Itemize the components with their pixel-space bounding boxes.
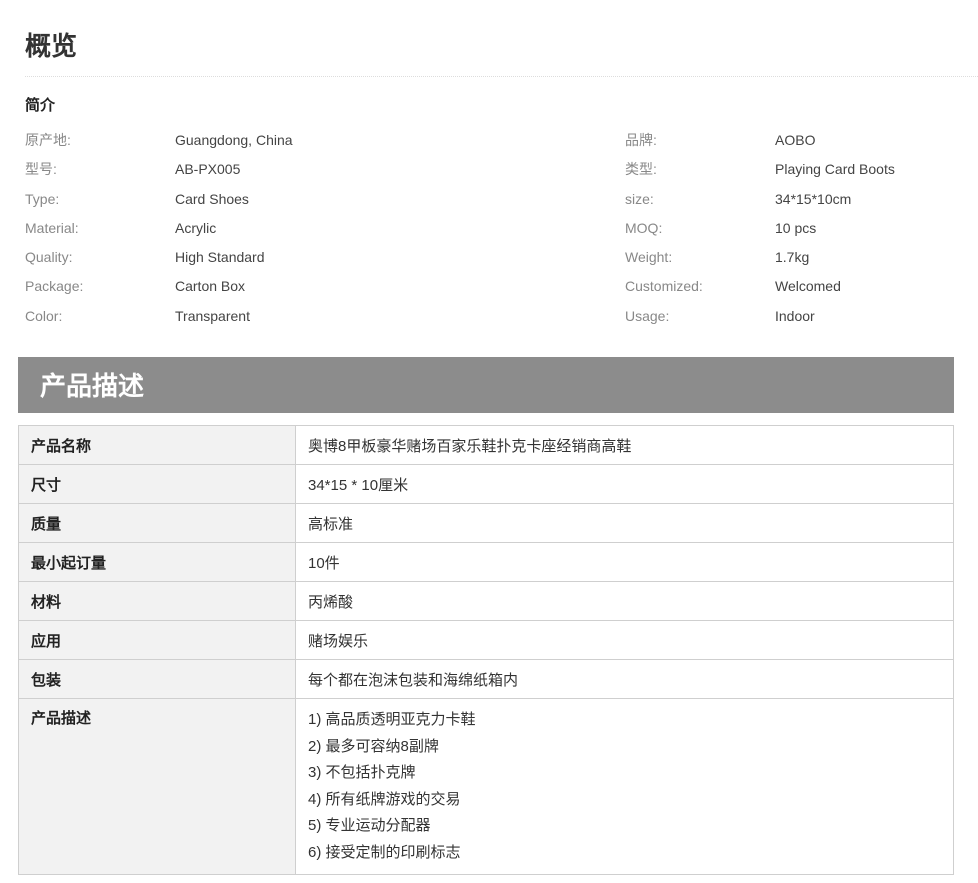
row-key: 最小起订量 [18, 542, 296, 582]
row-value: 34*15 * 10厘米 [295, 464, 954, 504]
spec-value: Carton Box [175, 278, 246, 295]
spec-label: 品牌: [625, 132, 657, 148]
spec-label: MOQ: [625, 219, 663, 236]
spec-value: Playing Card Boots [775, 161, 895, 178]
spec-row: 原产地: Guangdong, China 品牌: AOBO [25, 126, 955, 155]
row-key: 产品描述 [18, 698, 296, 875]
spec-label: 原产地: [25, 132, 71, 148]
feature-item: 5) 专业运动分配器 [308, 817, 431, 834]
product-description-table: 产品名称 奥博8甲板豪华赌场百家乐鞋扑克卡座经销商高鞋 尺寸 34*15 * 1… [18, 425, 954, 875]
table-row: 质量 高标准 [18, 503, 954, 543]
product-description-header: 产品描述 [18, 357, 954, 413]
spec-label: 型号: [25, 161, 57, 178]
spec-grid: 原产地: Guangdong, China 品牌: AOBO 型号: AB-PX… [25, 126, 955, 331]
spec-value: AOBO [775, 132, 816, 148]
table-row: 材料 丙烯酸 [18, 581, 954, 621]
spec-value: 1.7kg [775, 249, 810, 266]
spec-label: Type: [25, 190, 60, 207]
spec-row: Package: Carton Box Customized: Welcomed [25, 272, 955, 301]
spec-value: AB-PX005 [175, 161, 241, 178]
spec-value: 34*15*10cm [775, 190, 852, 207]
spec-label: Quality: [25, 249, 73, 266]
spec-value: Guangdong, China [175, 132, 293, 148]
spec-value: Card Shoes [175, 190, 249, 207]
spec-label: Package: [25, 278, 84, 295]
spec-label: 类型: [625, 161, 657, 178]
row-key: 尺寸 [18, 464, 296, 504]
row-key: 质量 [18, 503, 296, 543]
row-key: 产品名称 [18, 425, 296, 465]
spec-row: Material: Acrylic MOQ: 10 pcs [25, 214, 955, 243]
table-row: 包装 每个都在泡沫包装和海绵纸箱内 [18, 659, 954, 699]
row-key: 材料 [18, 581, 296, 621]
feature-item: 4) 所有纸牌游戏的交易 [308, 790, 461, 808]
spec-label: Color: [25, 307, 63, 324]
overview-title: 概览 [25, 31, 78, 61]
spec-value: Welcomed [775, 278, 841, 295]
spec-value: Indoor [775, 307, 815, 324]
spec-value: Transparent [175, 307, 250, 324]
table-row: 最小起订量 10件 [18, 542, 954, 582]
section-header-title: 产品描述 [40, 371, 145, 401]
spec-value: 10 pcs [775, 219, 817, 236]
spec-value: High Standard [175, 249, 265, 266]
spec-label: Material: [25, 219, 79, 236]
intro-title: 简介 [25, 97, 56, 114]
spec-label: size: [625, 190, 654, 207]
row-value: 奥博8甲板豪华赌场百家乐鞋扑克卡座经销商高鞋 [295, 425, 954, 465]
spec-row: Type: Card Shoes size: 34*15*10cm [25, 185, 955, 214]
row-key: 应用 [18, 620, 296, 660]
row-value: 每个都在泡沫包装和海绵纸箱内 [295, 659, 954, 699]
table-row: 应用 赌场娱乐 [18, 620, 954, 660]
row-value: 10件 [295, 542, 954, 582]
spec-label: Usage: [625, 307, 670, 324]
row-value: 赌场娱乐 [295, 620, 954, 660]
feature-item: 1) 高品质透明亚克力卡鞋 [308, 711, 476, 728]
spec-row: 型号: AB-PX005 类型: Playing Card Boots [25, 155, 955, 184]
overview-divider [25, 76, 978, 77]
row-value: 丙烯酸 [295, 581, 954, 621]
table-row-features: 产品描述 1) 高品质透明亚克力卡鞋 2) 最多可容纳8副牌 3) 不包括扑克牌… [18, 698, 954, 875]
feature-item: 3) 不包括扑克牌 [308, 764, 416, 781]
feature-item: 2) 最多可容纳8副牌 [308, 737, 439, 755]
feature-item: 6) 接受定制的印刷标志 [308, 843, 461, 861]
table-row: 产品名称 奥博8甲板豪华赌场百家乐鞋扑克卡座经销商高鞋 [18, 425, 954, 465]
row-value: 高标准 [295, 503, 954, 543]
features-list: 1) 高品质透明亚克力卡鞋 2) 最多可容纳8副牌 3) 不包括扑克牌 4) 所… [295, 698, 954, 875]
spec-label: Customized: [625, 278, 703, 295]
spec-label: Weight: [625, 249, 673, 266]
row-key: 包装 [18, 659, 296, 699]
spec-value: Acrylic [175, 219, 217, 236]
spec-row: Quality: High Standard Weight: 1.7kg [25, 243, 955, 272]
table-row: 尺寸 34*15 * 10厘米 [18, 464, 954, 504]
spec-row: Color: Transparent Usage: Indoor [25, 302, 955, 331]
